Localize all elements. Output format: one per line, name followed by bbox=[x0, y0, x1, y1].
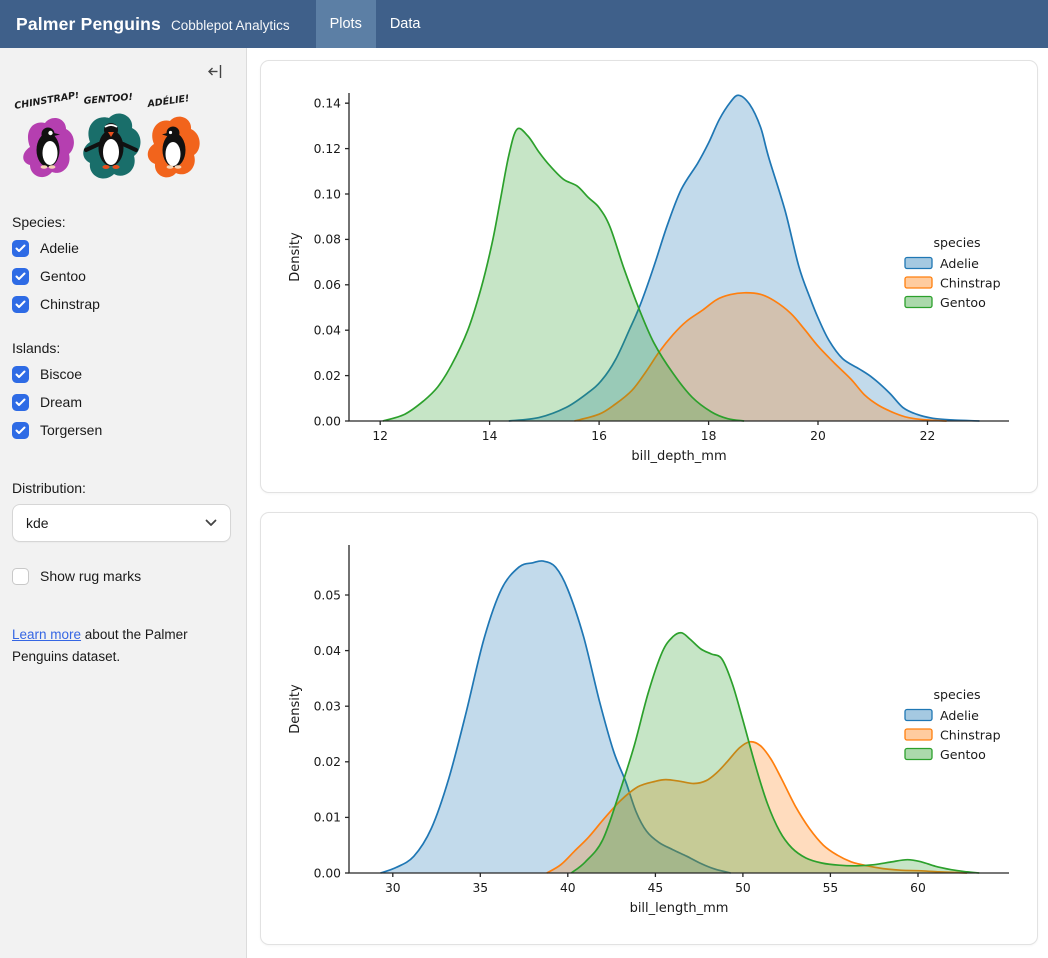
y-tick-label: 0.06 bbox=[314, 278, 342, 292]
y-tick-label: 0.01 bbox=[314, 811, 341, 825]
checkbox-chinstrap[interactable] bbox=[12, 296, 29, 313]
legend-label-chinstrap: Chinstrap bbox=[940, 276, 1001, 291]
checkbox-row-gentoo[interactable]: Gentoo bbox=[12, 262, 232, 290]
y-tick-label: 0.12 bbox=[314, 142, 341, 156]
gentoo-caption: GENTOO! bbox=[83, 92, 133, 107]
distribution-select-value: kde bbox=[26, 515, 49, 531]
legend-swatch-chinstrap bbox=[905, 277, 932, 288]
y-tick-label: 0.03 bbox=[314, 700, 341, 714]
x-tick-label: 50 bbox=[735, 881, 751, 895]
tab-plots[interactable]: Plots bbox=[316, 0, 376, 48]
tab-data[interactable]: Data bbox=[376, 0, 435, 48]
x-tick-label: 22 bbox=[920, 429, 936, 443]
x-tick-label: 30 bbox=[385, 881, 401, 895]
y-tick-label: 0.00 bbox=[314, 866, 341, 880]
page-layout: CHINSTRAP! GENTOO! ADÉLIE! Species: Adel… bbox=[0, 48, 1048, 958]
checkbox-adelie[interactable] bbox=[12, 240, 29, 257]
checkbox-label-rug: Show rug marks bbox=[40, 568, 141, 584]
checkbox-label-biscoe: Biscoe bbox=[40, 366, 82, 382]
learn-more-link[interactable]: Learn more bbox=[12, 627, 81, 642]
x-tick-label: 12 bbox=[372, 429, 388, 443]
y-tick-label: 0.10 bbox=[314, 187, 341, 201]
legend-swatch-gentoo bbox=[905, 297, 932, 308]
checkbox-label-gentoo: Gentoo bbox=[40, 268, 86, 284]
y-tick-label: 0.14 bbox=[314, 97, 342, 111]
species-section-label: Species: bbox=[12, 214, 232, 230]
y-axis-label: Density bbox=[288, 684, 303, 734]
checkbox-torgersen[interactable] bbox=[12, 422, 29, 439]
x-tick-label: 60 bbox=[910, 881, 926, 895]
nav-tabs: Plots Data bbox=[316, 0, 435, 48]
kde-chart-bill_depth_mm: 12 14 16 18 20 22 0.00 0.02 0.04 0.06 0.08 0.10 0.12… bbox=[261, 61, 1037, 492]
navbar: Palmer Penguins Cobblepot Analytics Plot… bbox=[0, 0, 1048, 48]
checkbox-label-torgersen: Torgersen bbox=[40, 422, 102, 438]
y-tick-label: 0.00 bbox=[314, 414, 341, 428]
legend-swatch-gentoo bbox=[905, 749, 932, 760]
x-tick-label: 40 bbox=[560, 881, 576, 895]
sidebar: CHINSTRAP! GENTOO! ADÉLIE! Species: Adel… bbox=[0, 48, 247, 958]
kde-plot-bill-length: 30 35 40 45 50 55 60 0.00 0.01 0.02 0.03 0.04 0.05 bi… bbox=[261, 513, 1037, 944]
checkbox-row-torgersen[interactable]: Torgersen bbox=[12, 416, 232, 444]
checkbox-row-adelie[interactable]: Adelie bbox=[12, 234, 232, 262]
y-tick-label: 0.05 bbox=[314, 588, 341, 602]
legend-title: species bbox=[933, 687, 980, 702]
legend-label-gentoo: Gentoo bbox=[940, 295, 986, 310]
dataset-note: Learn more about the Palmer Penguins dat… bbox=[12, 624, 214, 667]
sidebar-collapse-icon[interactable] bbox=[206, 62, 224, 80]
chevron-down-icon bbox=[205, 519, 217, 527]
x-axis-label: bill_length_mm bbox=[630, 901, 729, 916]
y-tick-label: 0.04 bbox=[314, 644, 342, 658]
x-tick-label: 16 bbox=[591, 429, 607, 443]
penguins-artwork: CHINSTRAP! GENTOO! ADÉLIE! bbox=[12, 92, 210, 192]
checkbox-row-dream[interactable]: Dream bbox=[12, 388, 232, 416]
chinstrap-caption: CHINSTRAP! bbox=[14, 92, 81, 112]
checkbox-gentoo[interactable] bbox=[12, 268, 29, 285]
checkbox-label-chinstrap: Chinstrap bbox=[40, 296, 100, 312]
legend-label-adelie: Adelie bbox=[940, 256, 979, 271]
islands-section-label: Islands: bbox=[12, 340, 232, 356]
x-tick-label: 55 bbox=[823, 881, 839, 895]
app-subtitle: Cobblepot Analytics bbox=[171, 18, 290, 33]
main-content: 12 14 16 18 20 22 0.00 0.02 0.04 0.06 0.08 0.10 0.12… bbox=[247, 48, 1048, 958]
legend-label-adelie: Adelie bbox=[940, 708, 979, 723]
legend-swatch-chinstrap bbox=[905, 729, 932, 740]
checkbox-biscoe[interactable] bbox=[12, 366, 29, 383]
y-tick-label: 0.02 bbox=[314, 755, 341, 769]
kde-chart-bill_length_mm: 30 35 40 45 50 55 60 0.00 0.01 0.02 0.03 0.04 0.05 bi… bbox=[261, 513, 1037, 944]
distribution-select[interactable]: kde bbox=[12, 504, 231, 542]
y-axis-label: Density bbox=[288, 232, 303, 282]
plot-card-bill-length: 30 35 40 45 50 55 60 0.00 0.01 0.02 0.03 0.04 0.05 bi… bbox=[260, 512, 1038, 945]
adelie-caption: ADÉLIE! bbox=[146, 92, 190, 110]
y-tick-label: 0.02 bbox=[314, 369, 341, 383]
legend-label-gentoo: Gentoo bbox=[940, 747, 986, 762]
x-tick-label: 35 bbox=[472, 881, 488, 895]
kde-plot-bill-depth: 12 14 16 18 20 22 0.00 0.02 0.04 0.06 0.08 0.10 0.12… bbox=[261, 61, 1037, 492]
checkbox-rug[interactable] bbox=[12, 568, 29, 585]
checkbox-label-adelie: Adelie bbox=[40, 240, 79, 256]
checkbox-row-biscoe[interactable]: Biscoe bbox=[12, 360, 232, 388]
app-brand: Palmer Penguins Cobblepot Analytics bbox=[0, 14, 308, 35]
legend-title: species bbox=[933, 235, 980, 250]
x-tick-label: 20 bbox=[810, 429, 826, 443]
legend-swatch-adelie bbox=[905, 258, 932, 269]
y-tick-label: 0.04 bbox=[314, 324, 342, 338]
checkbox-row-rug[interactable]: Show rug marks bbox=[12, 562, 232, 590]
legend-label-chinstrap: Chinstrap bbox=[940, 728, 1001, 743]
app-title: Palmer Penguins bbox=[16, 14, 161, 35]
x-tick-label: 18 bbox=[701, 429, 717, 443]
y-tick-label: 0.08 bbox=[314, 233, 341, 247]
checkbox-dream[interactable] bbox=[12, 394, 29, 411]
plot-card-bill-depth: 12 14 16 18 20 22 0.00 0.02 0.04 0.06 0.08 0.10 0.12… bbox=[260, 60, 1038, 493]
checkbox-label-dream: Dream bbox=[40, 394, 82, 410]
x-tick-label: 14 bbox=[482, 429, 498, 443]
legend-swatch-adelie bbox=[905, 710, 932, 721]
x-axis-label: bill_depth_mm bbox=[631, 449, 726, 464]
distribution-section-label: Distribution: bbox=[12, 480, 232, 496]
x-tick-label: 45 bbox=[648, 881, 664, 895]
checkbox-row-chinstrap[interactable]: Chinstrap bbox=[12, 290, 232, 318]
